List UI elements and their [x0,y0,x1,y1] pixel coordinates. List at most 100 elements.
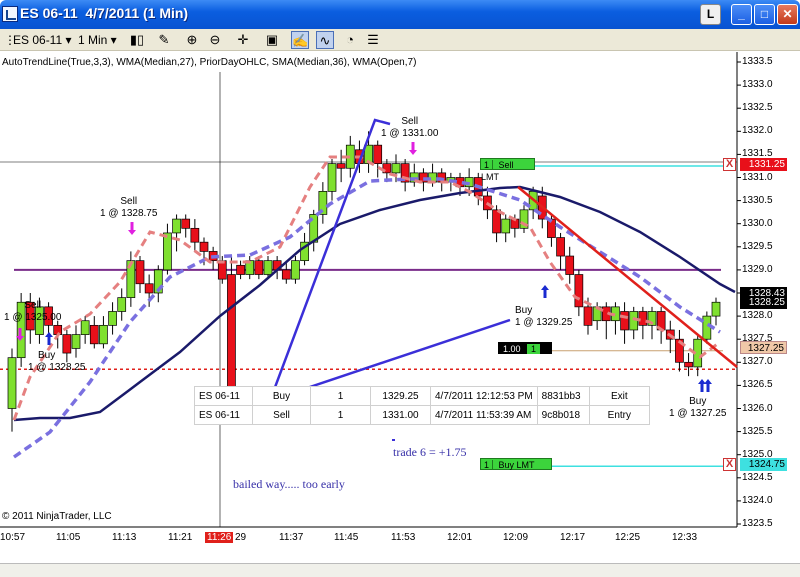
candle-body [227,274,236,394]
price-tick-label: 1330.0 [742,217,773,229]
candle-body [99,324,108,345]
trades-table: ES 06-11 Buy 1 1329.25 4/7/2011 12:12:53… [194,386,651,425]
candlestick-style-icon[interactable]: ▮▯ [128,31,146,49]
time-tick-label: 12:01 [447,532,473,543]
price-chart[interactable]: AutoTrendLine(True,3,3), WMA(Median,27),… [0,52,800,577]
candle-body [501,218,511,234]
signal-fill: 1 @ 1327.25 [669,408,727,419]
trade-type: Entry [588,405,651,425]
candle-body [181,218,191,229]
price-tick-label: 1332.5 [742,102,773,114]
candle-body [135,260,145,285]
trade-instrument: ES 06-11 [194,405,253,425]
cancel-buy-order-button[interactable]: X [723,458,736,471]
price-tick-label: 1331.0 [742,171,773,183]
trade-id: 9c8b018 [536,405,590,425]
signal-fill: 1 @ 1331.00 [381,128,439,139]
window-title: ES 06-11 4/7/2011 (1 Min) [20,5,189,21]
time-tick-label: 11:45 [334,532,359,543]
strategy-icon[interactable]: ◔ [341,31,359,49]
link-button[interactable]: L [700,4,721,25]
signal-buy-2: Buy 1 @ 1329.25 [515,305,572,329]
candle-body [190,227,200,243]
candle-body [263,260,273,275]
price-tick-label: 1329.5 [742,240,773,252]
candle-body [336,163,346,169]
candle-body [89,324,99,345]
interval-selector[interactable]: 1 Min ▾ [78,31,117,49]
signal-buy-1: Buy 1 @ 1328.25 [28,350,85,374]
signal-fill: 1 @ 1329.25 [515,317,573,328]
candle-body [163,232,172,271]
candle-body [702,315,712,340]
price-tick-label: 1325.5 [742,425,773,437]
instrument-label: ES 06-11 [13,33,63,47]
price-tick-label: 1332.0 [742,125,773,137]
time-tick-label: 11:21 [168,532,193,543]
trade-time: 4/7/2011 12:12:53 PM [430,386,538,406]
trade-qty: 1 [310,405,371,425]
time-tick-label: 11:26 [205,532,234,543]
horizontal-scrollbar[interactable] [0,563,800,577]
candle-body [556,237,565,257]
time-tick-label: 11:53 [391,532,416,543]
candle-body [547,218,556,238]
position-box[interactable]: 1.00 1 [498,342,552,354]
trade-action: Sell [252,405,311,425]
interval-label: 1 Min [78,33,108,47]
time-tick-label: 11:37 [279,532,304,543]
position-price-tag: 1327.25 [740,341,787,354]
time-tick-label: 12:25 [615,532,641,543]
close-button[interactable]: ✕ [777,4,798,25]
zoom-in-icon[interactable]: ⊕ [183,31,201,49]
candle-body [144,283,154,294]
signal-fill: 1 @ 1328.25 [28,362,86,373]
cancel-sell-order-button[interactable]: X [723,158,736,171]
candle-body [80,320,90,335]
signal-sell-2: Sell 1 @ 1328.75 [100,196,157,220]
candle-body [638,311,648,326]
buy-limit-order[interactable]: 1 Buy LMT [480,458,552,470]
sell-limit-order[interactable]: 1 Sell LMT [480,158,535,182]
crosshair-icon[interactable]: ✛ [234,31,252,49]
price-tick-label: 1333.0 [742,79,773,91]
price-tick-label: 1330.5 [742,194,773,206]
table-row[interactable]: ES 06-11 Buy 1 1329.25 4/7/2011 12:12:53… [194,386,651,406]
candle-body [199,241,209,252]
signal-action: Sell [120,196,138,207]
copyright: © 2011 NinjaTrader, LLC [2,511,112,522]
time-tick-label: 12:09 [503,532,529,543]
price-tick-label: 1326.5 [742,379,773,391]
table-row[interactable]: ES 06-11 Sell 1 1331.00 4/7/2011 11:53:3… [194,405,651,425]
signal-sell-3: Sell 1 @ 1331.00 [381,116,438,140]
candle-body [281,269,291,280]
data-box-icon[interactable]: ☰ [364,31,382,49]
signal-buy-3: Buy 1 @ 1327.25 [669,396,726,420]
price-tick-label: 1326.0 [742,402,773,414]
zoom-out-icon[interactable]: ⊖ [206,31,224,49]
trade-qty: 1 [310,386,371,406]
properties-icon[interactable]: ▣ [263,31,281,49]
title-bar: ES 06-11 4/7/2011 (1 Min) L _ □ ✕ [0,0,800,29]
chart-trader-icon[interactable]: ✍ [291,31,309,49]
trade-price: 1331.00 [370,405,431,425]
indicators-icon[interactable]: ∿ [316,31,334,49]
instrument-selector[interactable]: ES 06-11 ▾ [13,31,72,49]
candle-body [7,357,17,409]
indicator-legend: AutoTrendLine(True,3,3), WMA(Median,27),… [2,57,417,68]
price-tick-label: 1329.0 [742,263,773,275]
time-tick-label: 11:05 [56,532,81,543]
chart-app-icon [2,6,18,22]
candle-body [291,260,300,280]
candle-body [391,163,401,174]
drawing-tool-icon[interactable]: ✎ [155,31,173,49]
price-tick-label: 1328.0 [742,310,773,322]
position-count: 1 [527,344,541,354]
maximize-button[interactable]: □ [754,4,775,25]
time-tick-label: 10:57 [0,532,26,543]
candle-body [254,260,264,275]
price-tick-label: 1324.5 [742,471,773,483]
candle-body [172,218,181,234]
minimize-button[interactable]: _ [731,4,752,25]
price-tick-label: 1327.0 [742,356,773,368]
